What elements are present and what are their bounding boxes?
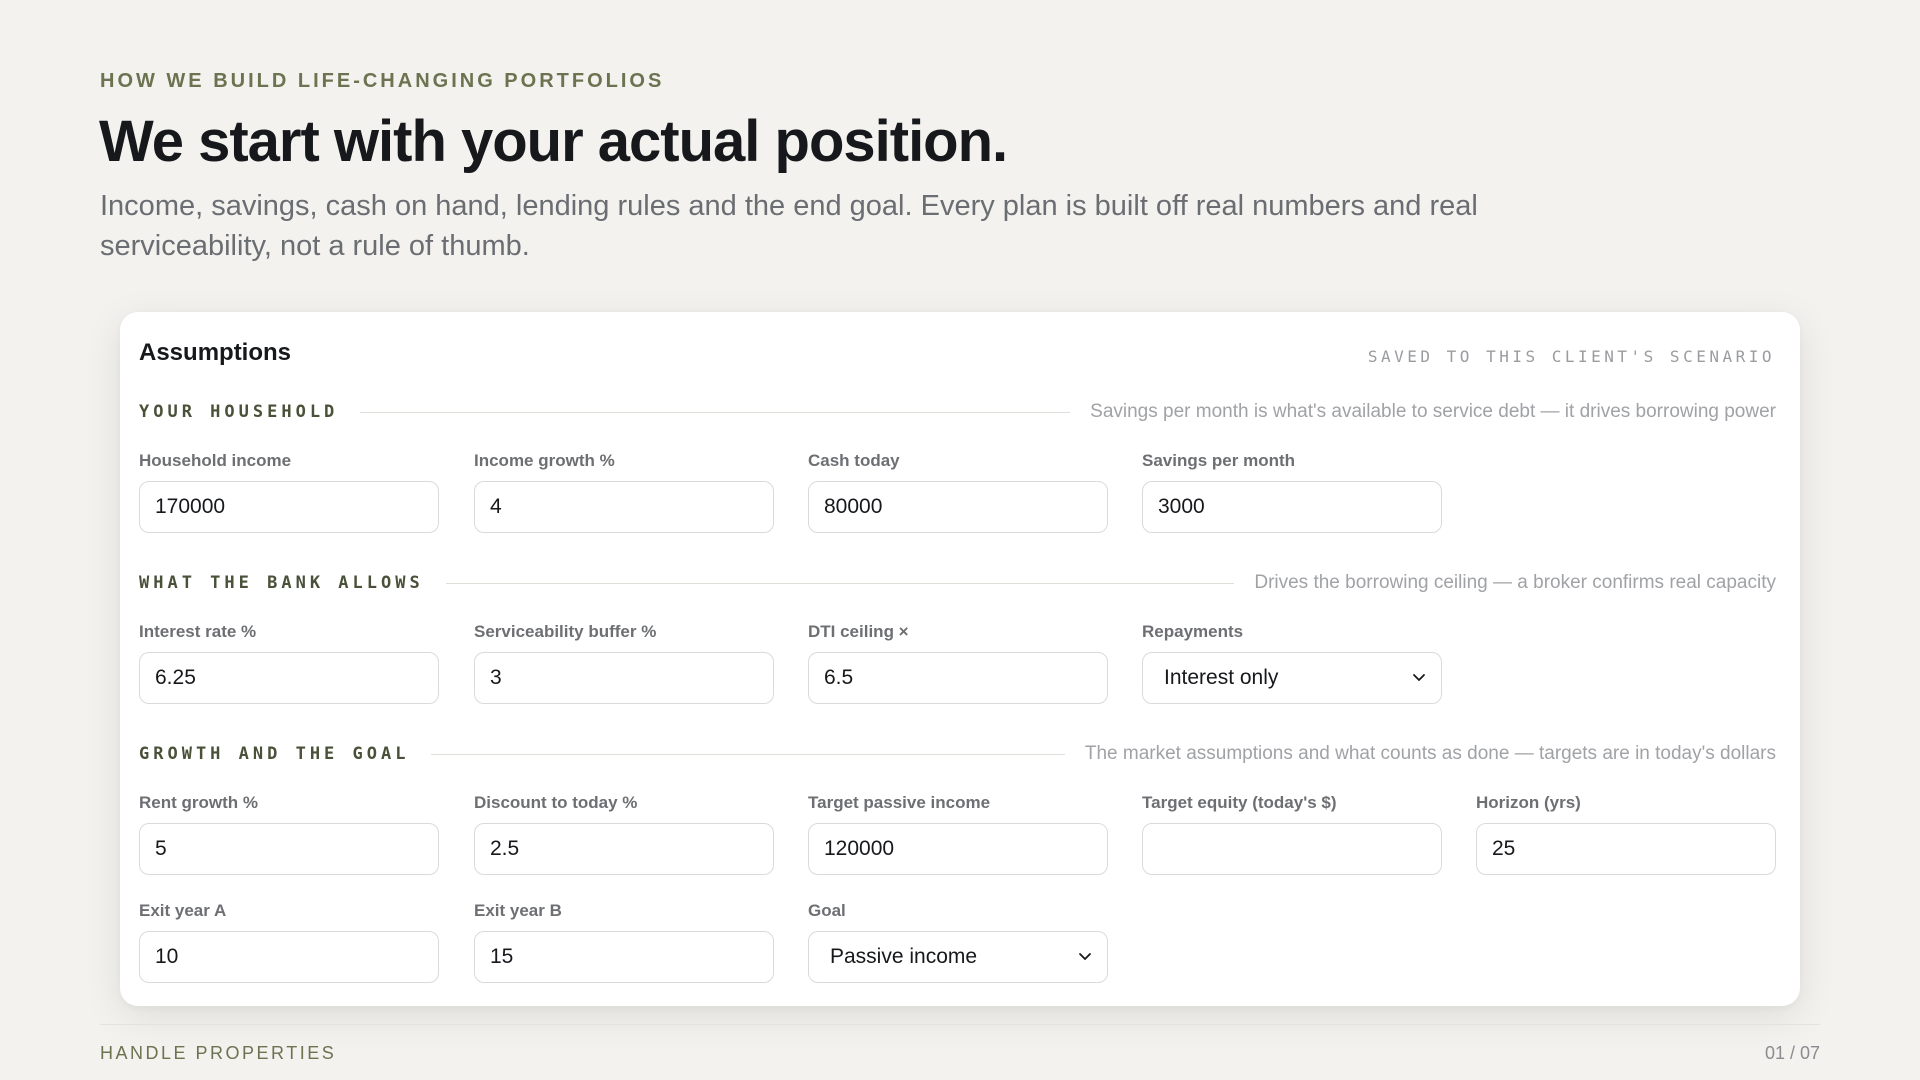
field-label: Interest rate %: [139, 622, 257, 641]
field-serviceability-buffer: Serviceability buffer % 3: [474, 620, 774, 704]
section-growth-header: GROWTH AND THE GOAL The market assumptio…: [139, 742, 1776, 766]
eyebrow: HOW WE BUILD LIFE-CHANGING PORTFOLIOS: [100, 70, 665, 92]
field-cash-today: Cash today 80000: [808, 449, 1108, 533]
select-value: Interest only: [1164, 666, 1279, 689]
section-bank-header: WHAT THE BANK ALLOWS Drives the borrowin…: [139, 571, 1776, 595]
savings-per-month-input[interactable]: 3000: [1142, 481, 1442, 533]
discount-to-today-input[interactable]: 2.5: [474, 823, 774, 875]
section-title: GROWTH AND THE GOAL: [139, 744, 410, 764]
section-note: The market assumptions and what counts a…: [1084, 743, 1776, 764]
field-label: Income growth %: [474, 451, 615, 470]
footer-brand: HANDLE PROPERTIES: [100, 1043, 337, 1063]
dti-ceiling-input[interactable]: 6.5: [808, 652, 1108, 704]
field-repayments: Repayments Interest only: [1142, 620, 1442, 704]
repayments-select[interactable]: Interest only: [1142, 652, 1442, 704]
field-savings-per-month: Savings per month 3000: [1142, 449, 1442, 533]
field-goal: Goal Passive income: [808, 899, 1108, 983]
field-dti-ceiling: DTI ceiling × 6.5: [808, 620, 1108, 704]
field-label: Household income: [139, 451, 292, 470]
income-growth-input[interactable]: 4: [474, 481, 774, 533]
chevron-down-icon: [1413, 674, 1425, 681]
section-note: Savings per month is what's available to…: [1090, 401, 1776, 422]
field-exit-year-a: Exit year A 10: [139, 899, 439, 983]
field-label: Cash today: [808, 451, 900, 470]
field-label: Target passive income: [808, 793, 991, 812]
section-divider: [431, 753, 1065, 755]
section-title: WHAT THE BANK ALLOWS: [139, 573, 424, 593]
serviceability-buffer-input[interactable]: 3: [474, 652, 774, 704]
save-status: SAVED TO THIS CLIENT'S SCENARIO: [1367, 347, 1775, 366]
page-counter: 01 / 07: [1764, 1043, 1820, 1063]
field-label: Repayments: [1142, 622, 1244, 641]
household-income-input[interactable]: 170000: [139, 481, 439, 533]
horizon-input[interactable]: 25: [1476, 823, 1776, 875]
field-label: Rent growth %: [139, 793, 258, 812]
section-household-header: YOUR HOUSEHOLD Savings per month is what…: [139, 400, 1776, 424]
field-label: Savings per month: [1142, 451, 1296, 470]
footer-divider: [100, 1024, 1820, 1025]
exit-year-a-input[interactable]: 10: [139, 931, 439, 983]
section-divider: [360, 411, 1071, 413]
field-label: Target equity (today's $): [1142, 793, 1337, 812]
target-passive-income-input[interactable]: 120000: [808, 823, 1108, 875]
section-note: Drives the borrowing ceiling — a broker …: [1254, 572, 1776, 593]
select-value: Passive income: [830, 945, 978, 968]
field-label: Horizon (yrs): [1476, 793, 1581, 812]
exit-year-b-input[interactable]: 15: [474, 931, 774, 983]
chevron-down-icon: [1079, 953, 1091, 960]
field-rent-growth: Rent growth % 5: [139, 791, 439, 875]
field-target-equity: Target equity (today's $): [1142, 791, 1442, 875]
field-income-growth: Income growth % 4: [474, 449, 774, 533]
field-label: Discount to today %: [474, 793, 638, 812]
goal-select[interactable]: Passive income: [808, 931, 1108, 983]
field-label: Exit year B: [474, 901, 562, 920]
interest-rate-input[interactable]: 6.25: [139, 652, 439, 704]
page-title: We start with your actual position.: [99, 109, 1008, 174]
field-label: Exit year A: [139, 901, 227, 920]
card-title: Assumptions: [139, 339, 292, 366]
field-exit-year-b: Exit year B 15: [474, 899, 774, 983]
field-household-income: Household income 170000: [139, 449, 439, 533]
field-label: Goal: [808, 901, 846, 920]
section-divider: [445, 582, 1235, 584]
field-discount-to-today: Discount to today % 2.5: [474, 791, 774, 875]
assumptions-card: Assumptions SAVED TO THIS CLIENT'S SCENA…: [120, 312, 1800, 1006]
rent-growth-input[interactable]: 5: [139, 823, 439, 875]
field-interest-rate: Interest rate % 6.25: [139, 620, 439, 704]
field-target-passive-income: Target passive income 120000: [808, 791, 1108, 875]
field-label: DTI ceiling ×: [808, 622, 909, 641]
cash-today-input[interactable]: 80000: [808, 481, 1108, 533]
target-equity-input[interactable]: [1142, 823, 1442, 875]
section-title: YOUR HOUSEHOLD: [139, 402, 339, 422]
intro-text: Income, savings, cash on hand, lending r…: [100, 190, 1478, 262]
field-horizon: Horizon (yrs) 25: [1476, 791, 1776, 875]
field-label: Serviceability buffer %: [474, 622, 657, 641]
